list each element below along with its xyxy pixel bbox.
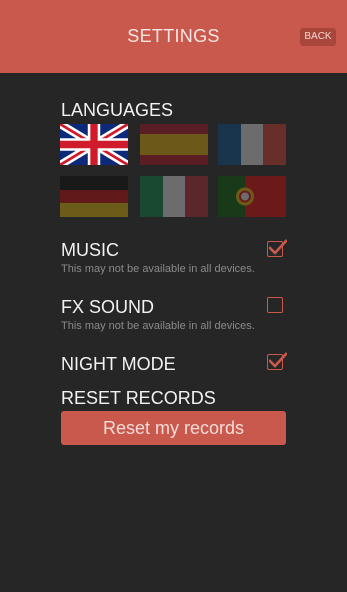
fx-sound-label: FX SOUND xyxy=(61,297,155,317)
france-flag[interactable] xyxy=(218,124,286,165)
italy-flag[interactable] xyxy=(140,176,208,217)
fx-sound-checkbox[interactable] xyxy=(267,297,283,313)
languages-label: LANGUAGES xyxy=(61,100,174,120)
spain-flag[interactable] xyxy=(140,124,208,165)
checkmark-icon xyxy=(269,239,287,255)
uk-flag[interactable] xyxy=(60,124,128,165)
music-checkbox[interactable] xyxy=(267,239,287,257)
page-title: SETTINGS xyxy=(127,26,220,46)
back-button[interactable]: BACK xyxy=(300,28,336,46)
germany-flag[interactable] xyxy=(60,176,128,217)
music-label: MUSIC xyxy=(61,240,119,260)
fx-sound-note: This may not be available in all devices… xyxy=(61,320,255,332)
music-note: This may not be available in all devices… xyxy=(61,263,255,275)
reset-records-button[interactable]: Reset my records xyxy=(61,411,286,445)
portugal-flag[interactable] xyxy=(218,176,286,217)
night-mode-label: NIGHT MODE xyxy=(61,354,176,374)
night-mode-checkbox[interactable] xyxy=(267,352,287,370)
reset-records-label: RESET RECORDS xyxy=(61,388,216,408)
header-bar: SETTINGS BACK xyxy=(0,0,347,73)
checkmark-icon xyxy=(269,352,287,368)
